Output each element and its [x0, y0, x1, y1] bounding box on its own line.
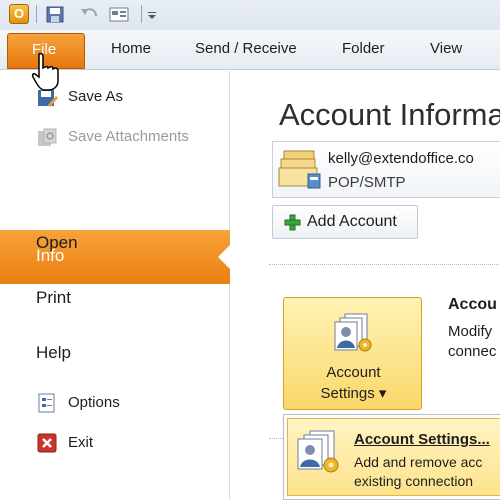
- account-settings-heading: Accou: [448, 296, 497, 313]
- nav-item-open[interactable]: Open: [0, 229, 230, 259]
- save-attachments-icon: [38, 128, 57, 146]
- tab-view[interactable]: View: [430, 40, 462, 57]
- quick-access-toolbar: O: [0, 0, 500, 30]
- toolbar-separator: [141, 5, 142, 23]
- quick-access-icon[interactable]: [108, 4, 130, 24]
- account-settings-description: connec: [448, 343, 497, 360]
- tab-folder[interactable]: Folder: [342, 40, 385, 57]
- account-type: POP/SMTP: [328, 174, 406, 191]
- hand-cursor-icon: [31, 52, 59, 91]
- account-settings-dropdown: Account Settings... Add and remove acc e…: [283, 414, 500, 500]
- nav-item-exit[interactable]: Exit: [0, 429, 230, 457]
- mailbox-icon: [278, 150, 321, 189]
- account-settings-description: Modify: [448, 323, 493, 340]
- customize-arrow-icon[interactable]: [146, 4, 158, 24]
- tab-home[interactable]: Home: [111, 40, 151, 57]
- tab-send-receive[interactable]: Send / Receive: [195, 40, 297, 57]
- nav-item-print[interactable]: Print: [0, 284, 230, 314]
- menu-item-account-settings[interactable]: Account Settings... Add and remove acc e…: [287, 418, 500, 496]
- undo-icon[interactable]: [78, 4, 100, 24]
- account-selector[interactable]: kelly@extendoffice.co POP/SMTP: [272, 141, 500, 198]
- nav-item-help[interactable]: Help: [0, 339, 230, 369]
- account-settings-icon: [297, 430, 339, 473]
- save-icon[interactable]: [44, 4, 66, 24]
- add-account-button[interactable]: Add Account: [272, 205, 418, 239]
- toolbar-separator: [36, 5, 37, 23]
- nav-item-save-attachments[interactable]: Save Attachments: [0, 125, 230, 151]
- account-settings-icon: [334, 313, 372, 352]
- backstage-navigation: Save As Save Attachments Info Open Print…: [0, 71, 230, 500]
- section-divider: [269, 264, 500, 265]
- page-title: Account Informa: [279, 97, 500, 132]
- options-icon: [38, 393, 55, 413]
- exit-icon: [37, 433, 57, 453]
- account-email: kelly@extendoffice.co: [328, 150, 474, 167]
- nav-item-options[interactable]: Options: [0, 389, 230, 417]
- add-icon: [284, 214, 301, 231]
- outlook-logo-icon[interactable]: O: [9, 4, 29, 24]
- account-settings-button[interactable]: Account Settings ▾: [283, 297, 422, 410]
